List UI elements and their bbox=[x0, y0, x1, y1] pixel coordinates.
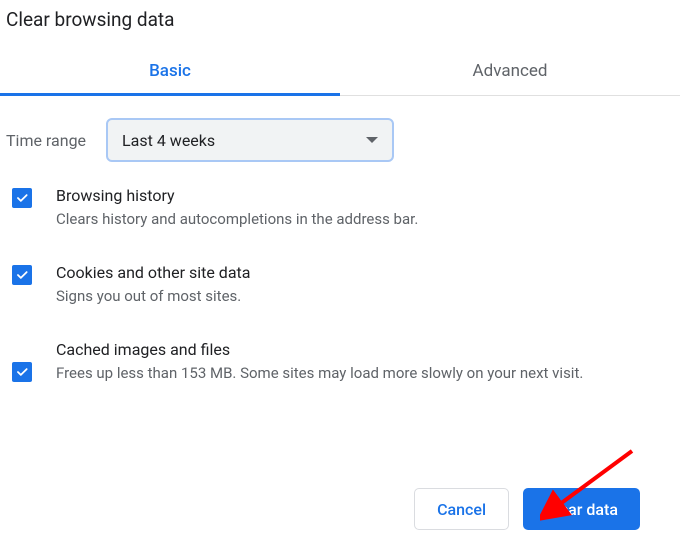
cancel-button[interactable]: Cancel bbox=[414, 488, 509, 530]
clear-data-button[interactable]: Clear data bbox=[523, 488, 640, 530]
option-desc: Signs you out of most sites. bbox=[56, 286, 668, 308]
checkbox-cookies[interactable] bbox=[12, 265, 32, 285]
check-icon bbox=[15, 365, 29, 379]
checkbox-browsing-history[interactable] bbox=[12, 188, 32, 208]
time-range-row: Time range Last 4 weeks bbox=[0, 96, 680, 162]
time-range-label: Time range bbox=[6, 131, 86, 150]
option-label: Cookies and other site data bbox=[56, 263, 668, 282]
option-desc: Clears history and autocompletions in th… bbox=[56, 209, 668, 231]
option-browsing-history: Browsing history Clears history and auto… bbox=[12, 186, 668, 231]
option-label: Browsing history bbox=[56, 186, 668, 205]
checkbox-cached[interactable] bbox=[12, 362, 32, 382]
option-desc: Frees up less than 153 MB. Some sites ma… bbox=[56, 363, 668, 385]
option-cached: Cached images and files Frees up less th… bbox=[12, 340, 668, 385]
options-list: Browsing history Clears history and auto… bbox=[0, 162, 680, 384]
tabs: Basic Advanced bbox=[0, 49, 680, 96]
chevron-down-icon bbox=[366, 137, 378, 143]
tab-basic[interactable]: Basic bbox=[0, 49, 340, 95]
option-cookies: Cookies and other site data Signs you ou… bbox=[12, 263, 668, 308]
time-range-select[interactable]: Last 4 weeks bbox=[106, 118, 394, 162]
time-range-value: Last 4 weeks bbox=[122, 131, 215, 150]
check-icon bbox=[15, 191, 29, 205]
button-row: Cancel Clear data bbox=[414, 488, 640, 530]
dialog-title: Clear browsing data bbox=[0, 0, 680, 31]
tab-advanced[interactable]: Advanced bbox=[340, 49, 680, 95]
option-label: Cached images and files bbox=[56, 340, 668, 359]
check-icon bbox=[15, 268, 29, 282]
